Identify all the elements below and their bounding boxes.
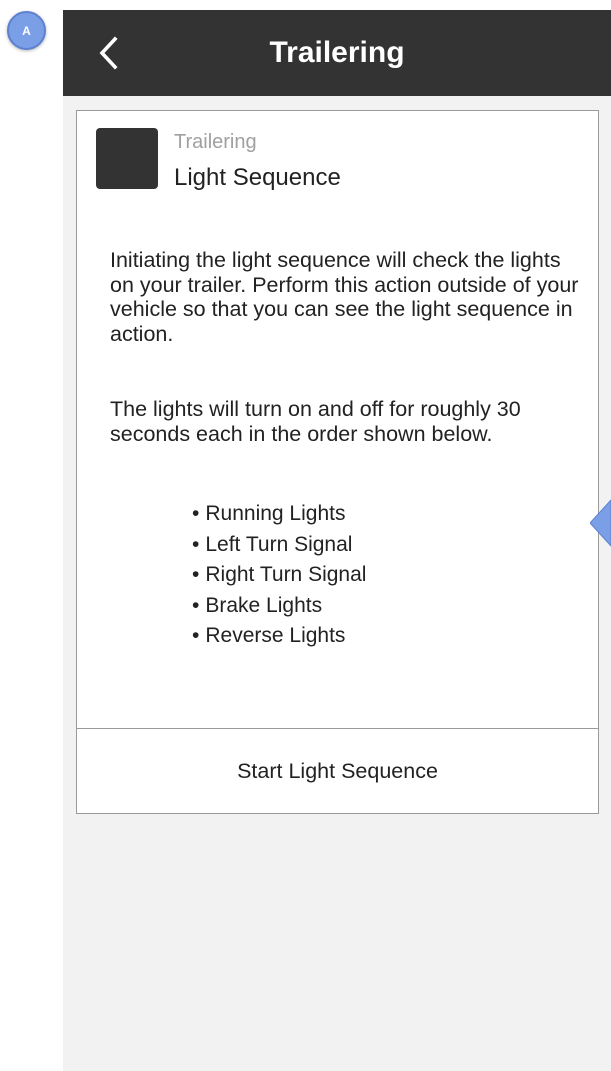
list-item: Running Lights <box>192 499 366 530</box>
list-item: Right Turn Signal <box>192 560 366 591</box>
timing-paragraph: The lights will turn on and off for roug… <box>110 397 521 446</box>
back-button[interactable] <box>93 33 123 73</box>
app-header: Trailering <box>63 10 611 96</box>
trailer-icon <box>96 128 158 189</box>
chevron-left-icon <box>99 36 118 70</box>
page-title: Trailering <box>269 36 405 69</box>
description-paragraph: Initiating the light sequence will check… <box>110 248 579 346</box>
card-title: Light Sequence <box>174 164 341 191</box>
light-sequence-card: Trailering Light Sequence Initiating the… <box>76 110 599 814</box>
start-light-sequence-button[interactable]: Start Light Sequence <box>77 729 598 813</box>
list-item: Left Turn Signal <box>192 530 366 561</box>
annotation-badge-label: A <box>22 23 31 38</box>
card-subtitle: Trailering <box>174 131 257 153</box>
annotation-badge: A <box>7 11 46 50</box>
annotation-pointer-icon <box>590 499 611 547</box>
screen: A Trailering Trailering Light Sequence I… <box>0 0 611 1071</box>
list-item: Reverse Lights <box>192 621 366 652</box>
light-sequence-list: Running Lights Left Turn Signal Right Tu… <box>192 499 366 652</box>
phone-screen: Trailering Trailering Light Sequence Ini… <box>63 10 611 1071</box>
list-item: Brake Lights <box>192 591 366 622</box>
